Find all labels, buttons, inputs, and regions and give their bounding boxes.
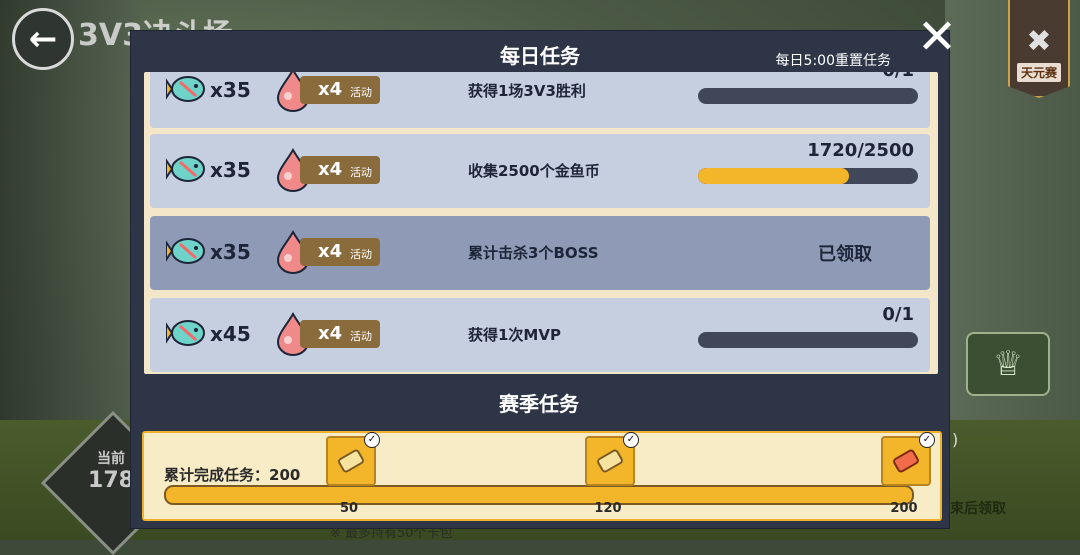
activity-label: 活动: [350, 330, 372, 343]
rainbow-fish-icon: [166, 76, 205, 102]
check-icon: ✓: [623, 432, 639, 448]
milestone-label: 120: [594, 501, 622, 516]
drop-count: x4: [318, 241, 343, 262]
trophy-icon: ♕: [992, 344, 1024, 384]
task-row[interactable]: x35 x4 活动 获得1场3V3胜利 0/1: [150, 72, 930, 128]
fish-count: x35: [210, 240, 251, 264]
scroll-reward-icon: [338, 449, 364, 473]
season-progress-bar: [164, 485, 914, 505]
right-paren: ): [952, 430, 959, 449]
scroll-reward-icon: [893, 449, 919, 473]
activity-tag: x4 活动: [300, 156, 380, 184]
progress-bar: [698, 332, 918, 348]
task-row[interactable]: x35 x4 活动 累计击杀3个BOSS 已领取: [150, 216, 930, 290]
season-progress-label: 累计完成任务：200: [164, 466, 301, 484]
activity-label: 活动: [350, 166, 372, 179]
rainbow-fish-icon: [166, 238, 205, 264]
progress-bar: [698, 88, 918, 104]
activity-tag: x4 活动: [300, 320, 380, 348]
progress-text: 0/1: [882, 304, 914, 325]
close-icon: ✕: [916, 9, 958, 65]
task-description: 收集2500个金鱼币: [468, 162, 600, 180]
drop-count: x4: [318, 323, 343, 344]
progress-fill: [698, 168, 850, 184]
claimed-status: 已领取: [818, 244, 872, 265]
task-description: 获得1场3V3胜利: [468, 82, 586, 100]
milestone-reward[interactable]: ✓: [881, 432, 935, 486]
milestone-reward[interactable]: ✓: [326, 432, 380, 486]
task-description: 累计击杀3个BOSS: [468, 244, 599, 262]
milestone-label: 200: [890, 501, 918, 516]
progress-text: 0/1: [882, 72, 914, 81]
milestone-label: 50: [339, 501, 359, 516]
drop-count: x4: [318, 159, 343, 180]
rainbow-fish-icon: [166, 320, 205, 346]
milestone-reward[interactable]: ✓: [585, 432, 639, 486]
task-row[interactable]: x45 x4 活动 获得1次MVP 0/1: [150, 298, 930, 372]
fish-count: x35: [210, 158, 251, 182]
fish-count: x45: [210, 322, 251, 346]
activity-tag: x4 活动: [300, 238, 380, 266]
drop-count: x4: [318, 79, 343, 100]
task-description: 获得1次MVP: [468, 326, 561, 344]
activity-label: 活动: [350, 248, 372, 261]
progress-text: 1720/2500: [807, 140, 914, 161]
daily-task-list[interactable]: x35 x4 活动 获得1场3V3胜利 0/1 x35 x4 活动 收集250: [144, 72, 938, 374]
rainbow-fish-icon: [166, 156, 205, 182]
check-icon: ✓: [364, 432, 380, 448]
tianyuan-badge[interactable]: ✖ 天元赛: [1008, 0, 1070, 98]
dialog-header: 每日任务 每日5:00重置任务: [131, 31, 949, 73]
fish-count: x35: [210, 78, 251, 102]
scroll-reward-icon: [597, 449, 623, 473]
check-icon: ✓: [919, 432, 935, 448]
activity-label: 活动: [350, 86, 372, 99]
right-note: 束后领取: [950, 501, 1006, 517]
season-panel: 累计完成任务：200 ✓ ✓ ✓ 50 120 200: [142, 431, 942, 521]
activity-tag: x4 活动: [300, 76, 380, 104]
season-title: 赛季任务: [499, 392, 579, 416]
reset-note: 每日5:00重置任务: [775, 53, 891, 69]
task-row[interactable]: x35 x4 活动 收集2500个金鱼币 1720/2500: [150, 134, 930, 208]
progress-bar: [698, 168, 918, 184]
close-button[interactable]: ✕: [912, 12, 962, 62]
arrow-left-icon: ←: [28, 19, 58, 59]
back-button[interactable]: ←: [12, 8, 74, 70]
crossed-swords-icon: ✖: [1026, 24, 1052, 59]
tianyuan-label: 天元赛: [1016, 63, 1061, 82]
trophy-button[interactable]: ♕: [966, 332, 1050, 396]
